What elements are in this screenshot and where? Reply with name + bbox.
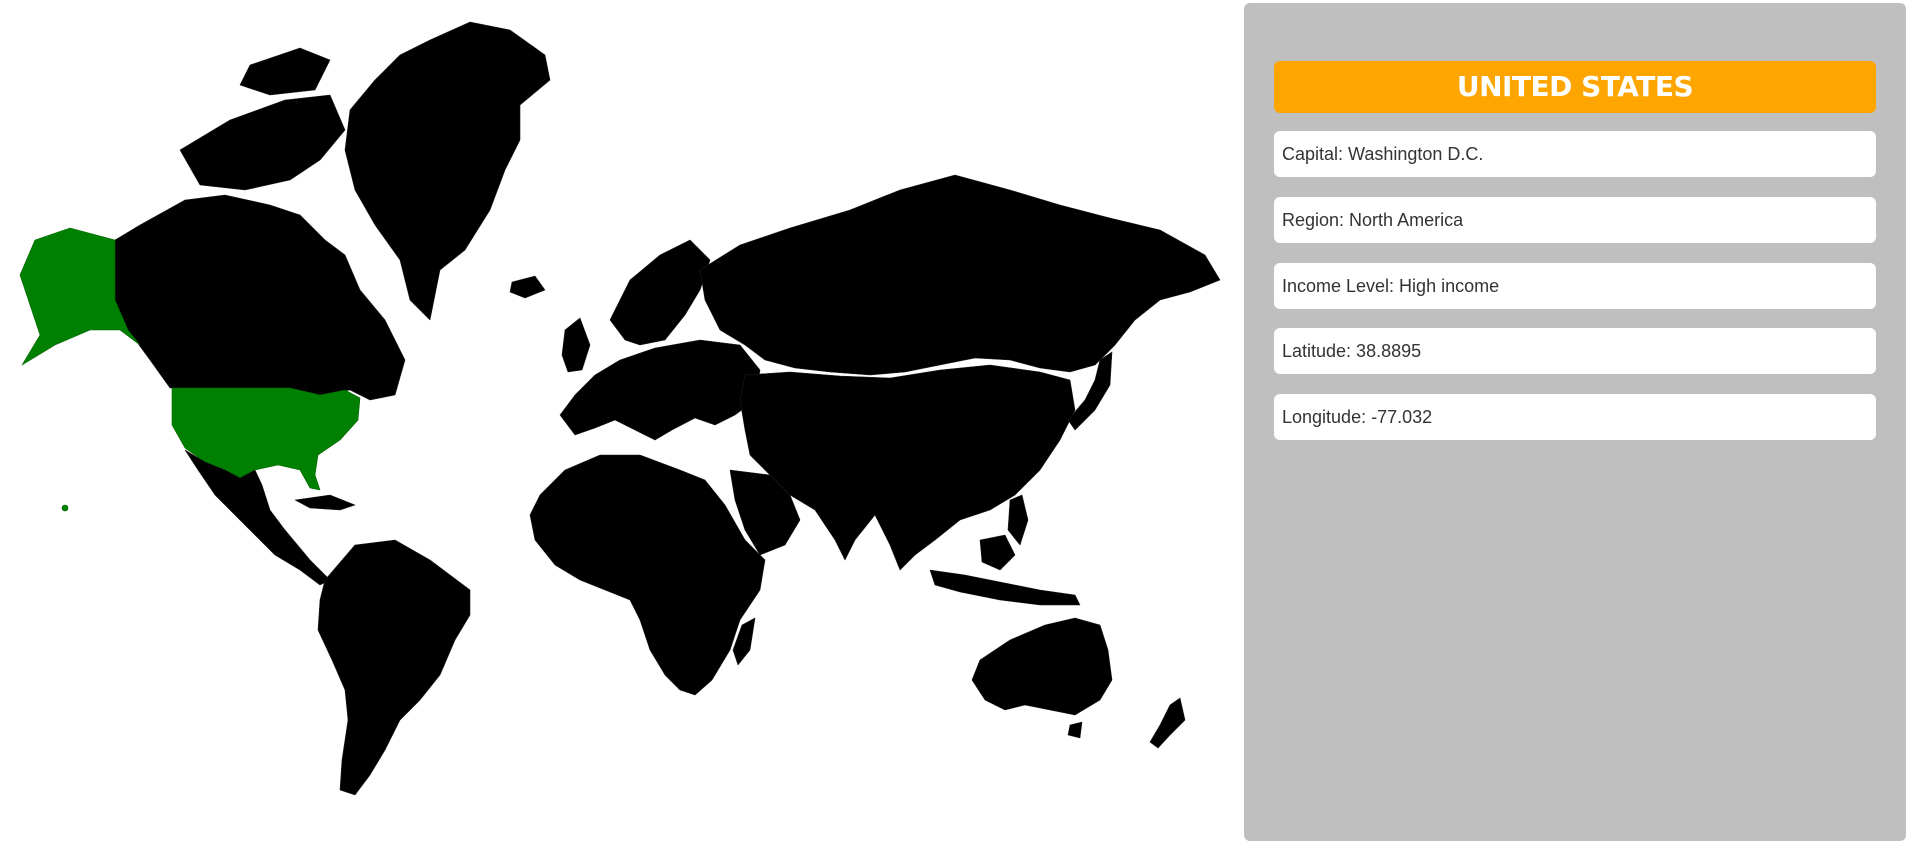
country-russia[interactable] (699, 174, 1221, 376)
country-iceland[interactable] (509, 275, 546, 299)
capital-row: Capital: Washington D.C. (1274, 131, 1876, 177)
latitude-row: Latitude: 38.8895 (1274, 328, 1876, 374)
country-canada-islands[interactable] (179, 94, 346, 191)
country-asia-central[interactable] (739, 364, 1076, 571)
country-philippines[interactable] (1007, 494, 1029, 546)
country-united-states[interactable] (171, 387, 361, 491)
world-map[interactable] (0, 0, 1240, 848)
world-map-svg[interactable] (0, 0, 1240, 848)
country-tasmania[interactable] (1067, 721, 1083, 739)
country-canada-islands-2[interactable] (239, 47, 331, 96)
country-europe[interactable] (559, 339, 761, 441)
country-canada[interactable] (114, 194, 406, 401)
region-row: Region: North America (1274, 197, 1876, 243)
app-root: UNITED STATES Capital: Washington D.C. R… (0, 0, 1910, 848)
country-australia[interactable] (971, 617, 1113, 716)
country-indonesia[interactable] (929, 569, 1081, 606)
country-name-title: UNITED STATES (1274, 61, 1876, 113)
country-united-kingdom[interactable] (561, 317, 591, 373)
country-greenland[interactable] (344, 21, 551, 321)
country-scandinavia[interactable] (609, 239, 711, 346)
country-africa[interactable] (529, 454, 766, 696)
country-united-states-hawaii[interactable] (61, 504, 69, 512)
income-level-row: Income Level: High income (1274, 263, 1876, 309)
country-info-panel: UNITED STATES Capital: Washington D.C. R… (1244, 3, 1906, 841)
country-new-zealand[interactable] (1149, 697, 1186, 749)
country-borneo[interactable] (979, 534, 1016, 571)
country-cuba[interactable] (294, 494, 356, 511)
country-south-america[interactable] (317, 539, 471, 796)
longitude-row: Longitude: -77.032 (1274, 394, 1876, 440)
